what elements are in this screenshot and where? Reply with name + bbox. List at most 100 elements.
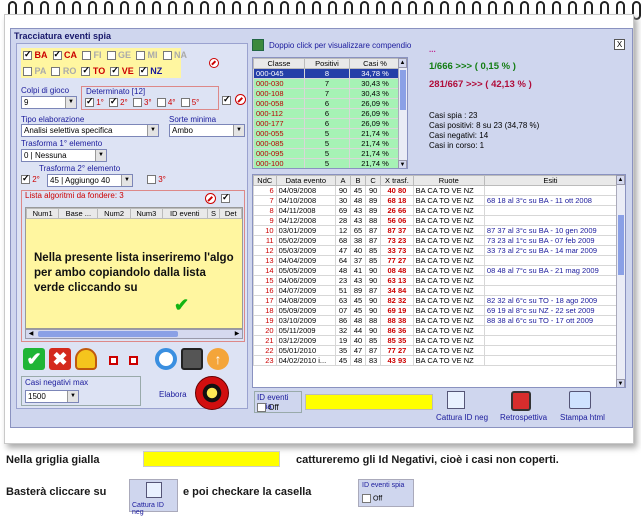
checkbox[interactable] — [108, 96, 118, 108]
table-row[interactable]: 21 03/12/2009 19 40 85 85 35 BA CA TO VE NZ — [253, 335, 618, 346]
determinato-check[interactable]: 4° — [156, 98, 176, 108]
checkbox[interactable] — [52, 49, 62, 61]
table-row[interactable]: 20 05/11/2009 32 44 90 86 36 BA CA TO VE NZ — [253, 325, 618, 336]
green-vscroll[interactable]: ▲ ▼ — [398, 58, 407, 168]
table-row[interactable]: 000-112 6 26,09 % — [253, 108, 401, 119]
stop-icon-2[interactable] — [129, 356, 138, 365]
scroll-up-icon[interactable]: ▲ — [616, 175, 625, 185]
checkbox[interactable] — [180, 98, 190, 108]
refresh-icon[interactable] — [155, 348, 177, 370]
table-row[interactable]: 000-108 7 30,43 % — [253, 88, 401, 99]
determinato-check[interactable]: 3° — [132, 98, 152, 108]
table-row[interactable]: 000-045 8 34,78 % — [253, 68, 401, 79]
table-row[interactable]: 8 04/11/2008 69 43 89 26 66 BA CA TO VE NZ — [253, 205, 618, 216]
table-row[interactable]: 17 04/08/2009 63 45 90 82 32 BA CA TO VE NZ 82 … — [253, 295, 618, 306]
trasforma2-pos-check[interactable]: 2° — [21, 173, 40, 185]
checkbox[interactable] — [156, 98, 166, 108]
wheel-check-fi[interactable]: FI — [82, 50, 102, 61]
bucket-icon[interactable] — [75, 348, 97, 370]
table-row[interactable]: 6 04/09/2008 90 45 90 40 80 BA CA TO VE NZ — [253, 185, 618, 196]
scroll-thumb[interactable] — [38, 331, 178, 337]
lista-clear-icon[interactable] — [205, 193, 216, 204]
lista-column-header[interactable]: S — [206, 208, 221, 219]
table-row[interactable]: 12 05/03/2009 47 40 85 33 73 BA CA TO VE NZ 33 … — [253, 245, 618, 256]
events-column-header[interactable]: B — [350, 175, 367, 186]
delete-x-icon[interactable]: ✖ — [49, 348, 71, 370]
elabora-button[interactable] — [195, 376, 229, 410]
confirm-check-icon[interactable]: ✔ — [23, 348, 45, 370]
trasforma2-select[interactable]: 45 | Aggiungo 40 ▼ — [47, 174, 133, 187]
lista-column-header[interactable]: Num3 — [129, 208, 163, 219]
scroll-thumb[interactable] — [400, 70, 406, 110]
events-column-header[interactable]: Ruote — [412, 175, 485, 186]
checkbox[interactable] — [106, 51, 116, 61]
copy-icon[interactable] — [252, 39, 264, 51]
table-row[interactable]: 000-055 5 21,74 % — [253, 128, 401, 139]
checkbox[interactable] — [23, 67, 32, 77]
checkbox[interactable] — [82, 51, 91, 61]
wheel-check-nz[interactable]: NZ — [138, 65, 162, 77]
table-row[interactable]: 9 04/12/2008 28 43 88 56 06 BA CA TO VE NZ — [253, 215, 618, 226]
lista-column-header[interactable]: Det — [219, 208, 242, 219]
determinato-check[interactable]: 2° — [108, 96, 128, 108]
table-row[interactable]: 000-085 5 21,74 % — [253, 138, 401, 149]
tipo-select[interactable]: Analisi selettiva specifica ▼ — [21, 124, 159, 137]
retrospettiva-icon[interactable] — [511, 391, 531, 411]
wheel-check-mi[interactable]: MI — [136, 50, 158, 61]
table-row[interactable]: 23 04/02/2010 i... 45 48 83 43 93 BA CA TO VE … — [253, 355, 618, 366]
table-row[interactable]: 10 03/01/2009 12 65 87 87 37 BA CA TO VE NZ 87 … — [253, 225, 618, 236]
events-column-header[interactable]: X trasf. — [380, 175, 414, 186]
events-column-header[interactable]: NdC — [253, 175, 277, 186]
colpi-select[interactable]: 9 ▼ — [21, 96, 77, 109]
no-entry-icon[interactable] — [209, 58, 219, 68]
scroll-thumb[interactable] — [618, 215, 624, 275]
checkbox[interactable] — [85, 96, 94, 108]
wheel-check-ge[interactable]: GE — [106, 50, 131, 61]
scroll-up-icon[interactable]: ▲ — [398, 58, 407, 68]
cattura-icon[interactable] — [447, 391, 465, 409]
events-vscroll[interactable]: ▲ ▼ — [616, 175, 625, 387]
printer-icon[interactable] — [569, 391, 591, 409]
save-disk-icon[interactable] — [181, 348, 203, 370]
table-row[interactable]: 11 05/02/2009 68 38 87 73 23 BA CA TO VE NZ 73 … — [253, 235, 618, 246]
green-list[interactable]: Classe Positivi Casi % 000-045 8 34,78 % 000-… — [252, 57, 408, 169]
lista-column-header[interactable]: ID eventi — [161, 208, 208, 219]
table-row[interactable]: 13 04/04/2009 64 37 85 77 27 BA CA TO VE NZ — [253, 255, 618, 266]
lista-column-header[interactable]: Base ... — [58, 208, 99, 219]
scroll-down-icon[interactable]: ▼ — [616, 379, 625, 387]
green-column-header[interactable]: Casi % — [349, 58, 401, 69]
green-column-header[interactable]: Classe — [253, 58, 305, 69]
casi-neg-select[interactable]: 1500 ▼ — [25, 390, 79, 403]
checkbox[interactable] — [162, 51, 172, 61]
lista-column-header[interactable]: Num2 — [97, 208, 131, 219]
lista-check-all[interactable] — [221, 192, 230, 204]
det-clear-icon[interactable] — [235, 94, 246, 105]
table-row[interactable]: 14 05/05/2009 48 41 90 08 48 BA CA TO VE NZ 08 … — [253, 265, 618, 276]
events-column-header[interactable]: A — [334, 175, 352, 186]
events-grid[interactable]: NdC Data evento A B C X trasf. Ruote Esiti 6 04/… — [252, 174, 626, 388]
scroll-left-icon[interactable]: ◀ — [26, 330, 36, 338]
trasforma1-select[interactable]: 0 | Nessuna ▼ — [21, 149, 107, 162]
wheel-check-ba[interactable]: BA — [23, 49, 48, 61]
wheel-check-ca[interactable]: CA — [52, 49, 77, 61]
checkbox[interactable] — [110, 65, 120, 77]
wheel-check-pa[interactable]: PA — [23, 66, 46, 77]
stop-icon[interactable] — [109, 356, 118, 365]
checkbox[interactable] — [132, 98, 142, 108]
wheel-check-ro[interactable]: RO — [51, 66, 76, 77]
table-row[interactable]: 7 04/10/2008 30 48 89 68 18 BA CA TO VE NZ 68 1… — [253, 195, 618, 206]
wheel-check-to[interactable]: TO — [81, 65, 105, 77]
close-button[interactable]: X — [614, 39, 625, 50]
table-row[interactable]: 000-058 6 26,09 % — [253, 98, 401, 109]
wheel-check-na[interactable]: NA — [162, 50, 187, 61]
scroll-down-icon[interactable]: ▼ — [398, 160, 407, 168]
table-row[interactable]: 000-100 5 21,74 % — [253, 158, 401, 168]
checkbox[interactable] — [51, 67, 61, 77]
checkbox[interactable] — [23, 49, 32, 61]
wheel-check-ve[interactable]: VE — [110, 65, 134, 77]
table-row[interactable]: 000-177 6 26,09 % — [253, 118, 401, 129]
checkbox[interactable] — [138, 65, 148, 77]
table-row[interactable]: 15 04/06/2009 23 43 90 63 13 BA CA TO VE NZ — [253, 275, 618, 286]
table-row[interactable]: 19 03/10/2009 86 48 88 88 38 BA CA TO VE NZ 88 … — [253, 315, 618, 326]
events-column-header[interactable]: Data evento — [275, 175, 336, 186]
